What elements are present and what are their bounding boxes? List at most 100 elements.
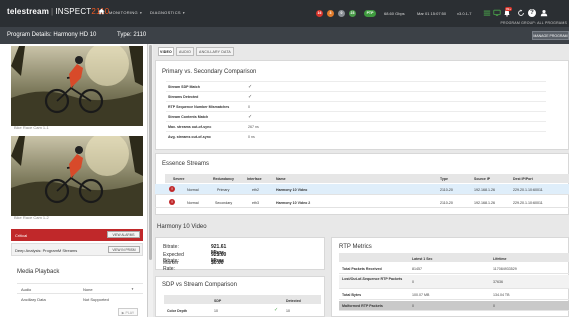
tab-video[interactable]: VIDEO: [158, 47, 174, 56]
bitrate-card: Bitrate: 921.61 Mbps Expected Bitrate: 9…: [155, 237, 325, 272]
monitor-icon[interactable]: [493, 9, 501, 17]
metric-key: Total Bytes: [342, 293, 362, 297]
kv-row: Avg. streams out-of-sync 0 ns: [166, 131, 546, 140]
view-alarms-button[interactable]: VIEW ALARMS: [107, 231, 140, 238]
check-icon: ✓: [248, 114, 253, 120]
menu-monitoring[interactable]: MONITORING ▾: [109, 10, 142, 15]
deep-analysis-panel: Deep Analysis: ProgramM Streams VIEW IN …: [11, 243, 143, 256]
help-icon[interactable]: ?: [528, 9, 536, 17]
product-name: INSPECT: [55, 7, 92, 16]
home-icon[interactable]: [98, 8, 105, 15]
alert-pill-minor[interactable]: 0: [338, 10, 345, 17]
bike-race-image: [11, 136, 143, 216]
column-header: Redundancy: [213, 177, 235, 181]
table-row[interactable]: ! Normal Secondary eth3 Harmony 10 Video…: [155, 197, 569, 208]
kv-row: Stream Contents Match ✓: [166, 111, 546, 120]
refresh-icon[interactable]: [517, 9, 525, 17]
play-button[interactable]: ▶ PLAY: [118, 308, 138, 316]
kv-row: Stream SDP Match ✓: [166, 81, 546, 90]
brand-name: telestream: [7, 7, 50, 16]
check-icon: ✓: [248, 84, 253, 90]
program-type: Type: 2110: [117, 32, 147, 38]
error-icon: !: [169, 186, 175, 192]
section-title: RTP Metrics: [339, 244, 372, 250]
alert-pill-ok[interactable]: 23: [349, 10, 356, 17]
table-row[interactable]: ! Normal Primary eth2 Harmony 10 Video 2…: [155, 184, 569, 195]
tab-ancillary-data[interactable]: ANCILLARY DATA: [196, 47, 234, 56]
cell-source-ip: 192.168.1.26: [474, 200, 495, 205]
app-version: v3.0.1-7: [457, 11, 472, 16]
critical-status-bar: Critical VIEW ALARMS: [11, 229, 143, 241]
camera-label-1: Bike Race Cam 1-1: [14, 125, 49, 130]
cell-source-ip: 192.168.1.26: [474, 187, 495, 192]
column-header: Latest 1 Sec: [412, 256, 433, 261]
user-icon[interactable]: [540, 9, 548, 17]
table-row: Total Bytes 100.07 MB 134.04 TB: [339, 290, 569, 300]
essence-table-header: Severe Redundancy Interface Name Type So…: [165, 174, 569, 183]
cell-dest: 229.20.1.10:60011: [513, 187, 543, 192]
cell-redundancy: Normal: [187, 200, 199, 205]
datetime-readout: Mar 01 15:07:50: [417, 11, 447, 16]
alert-pill-major[interactable]: 3: [327, 10, 334, 17]
brand-separator: |: [51, 7, 54, 16]
bike-race-image: [11, 46, 143, 126]
notification-count-badge: 99+: [505, 7, 513, 11]
table-row: Total Packets Received 81457 11708493352…: [339, 264, 569, 274]
table-row: Malformed RTP Packets 0 0: [339, 301, 569, 311]
column-header: SDP: [214, 298, 222, 303]
metric-latest: 0: [412, 304, 414, 308]
kv-key: Streams Detected: [168, 95, 199, 99]
chevron-down-icon: ▾: [139, 11, 142, 15]
notifications-button[interactable]: 99+: [503, 7, 513, 18]
cell-redundancy: Normal: [187, 187, 199, 192]
media-row-key: Audio: [21, 287, 32, 292]
stream-section-title: Harmony 10 Video: [157, 224, 207, 230]
cell-interface: eth2: [252, 187, 259, 192]
metric-lifetime: 117084933529: [493, 267, 517, 271]
metric-lifetime: 134.04 TB: [493, 293, 510, 297]
metric-latest: 0: [412, 280, 414, 284]
bitrate-value: $0.00: [211, 260, 224, 266]
column-header: Type: [440, 177, 448, 181]
left-scrollbar-thumb[interactable]: [149, 45, 152, 260]
tab-audio[interactable]: AUDIO: [176, 47, 194, 56]
ptp-status-badge[interactable]: PTP: [364, 10, 376, 17]
alert-pill-critical[interactable]: 16: [316, 10, 323, 17]
chevron-down-icon: ▾: [182, 11, 185, 15]
cell-type: 2110-20: [440, 200, 453, 205]
section-title: SDP vs Stream Comparison: [162, 282, 237, 288]
menu-monitoring-label: MONITORING: [109, 10, 138, 15]
check-icon: ✓: [248, 94, 253, 100]
media-playback-table: Audio None ▼ Ancillary Data Not Supporte…: [17, 283, 143, 303]
section-title: Primary vs. Secondary Comparison: [162, 69, 257, 75]
camera-thumbnail-2[interactable]: [11, 136, 143, 216]
table-row: Lost/Out-of-Sequence RTP Packets 0 37636: [339, 275, 569, 289]
menu-diagnostics[interactable]: DIAGNOSTICS ▾: [150, 10, 185, 15]
kv-key: Stream SDP Match: [168, 85, 200, 89]
metric-key: Malformed RTP Packets: [342, 304, 383, 308]
view-in-prism-button[interactable]: VIEW IN PRISM: [108, 246, 140, 253]
column-header: Detected: [286, 298, 301, 303]
metric-lifetime: 37636: [493, 280, 503, 284]
audio-select[interactable]: None: [83, 287, 93, 292]
check-icon: ✓: [274, 307, 279, 313]
program-group-selector[interactable]: PROGRAM GROUP: ALL PROGRAMS: [500, 21, 567, 25]
cell-interface: eth3: [252, 200, 259, 205]
metric-lifetime: 0: [493, 304, 495, 308]
media-row-audio[interactable]: Audio None ▼: [17, 283, 143, 293]
camera-thumbnail-1[interactable]: [11, 46, 143, 126]
sdp-table-header: SDP Detected: [164, 295, 321, 304]
metric-latest: 81457: [412, 267, 422, 271]
media-row-key: Ancillary Data: [21, 297, 46, 302]
menu-diagnostics-label: DIAGNOSTICS: [150, 10, 181, 15]
kv-key: Max. streams out-of-sync: [168, 125, 212, 129]
column-header: Lifetime: [493, 256, 507, 261]
kv-row: Streams Detected ✓: [166, 91, 546, 100]
column-header: Name: [276, 177, 286, 181]
cell-type: 2110-20: [440, 187, 453, 192]
list-icon[interactable]: [483, 9, 491, 17]
kv-key: Stream Contents Match: [168, 115, 209, 119]
manage-program-button[interactable]: MANAGE PROGRAM: [532, 31, 569, 40]
kv-row: RTP Sequence Number Mismatches 0: [166, 101, 546, 110]
app-logo[interactable]: telestream|INSPECT2110: [7, 7, 109, 16]
